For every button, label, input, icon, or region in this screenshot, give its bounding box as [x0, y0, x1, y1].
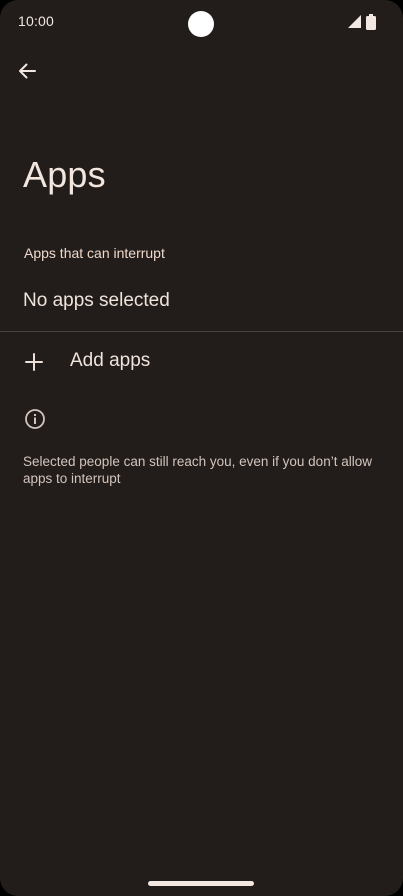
plus-icon [25, 353, 43, 371]
signal-icon [348, 15, 361, 28]
info-icon [25, 409, 45, 429]
page-title: Apps [23, 154, 106, 195]
apps-settings-screen: 10:00 Apps Apps that can interrupt No ap… [0, 0, 403, 896]
battery-icon [366, 14, 376, 30]
info-text: Selected people can still reach you, eve… [23, 454, 372, 486]
divider [0, 331, 403, 332]
gesture-navigation-bar[interactable] [148, 881, 254, 886]
status-time: 10:00 [18, 13, 55, 29]
empty-state-text: No apps selected [23, 290, 170, 311]
back-button[interactable] [10, 54, 44, 88]
add-apps-label: Add apps [70, 350, 151, 371]
section-label: Apps that can interrupt [24, 245, 165, 261]
add-apps-button[interactable]: Add apps [0, 337, 403, 387]
arrow-back-icon [19, 63, 36, 79]
status-bar: 10:00 [0, 0, 403, 44]
camera-cutout [188, 11, 214, 37]
